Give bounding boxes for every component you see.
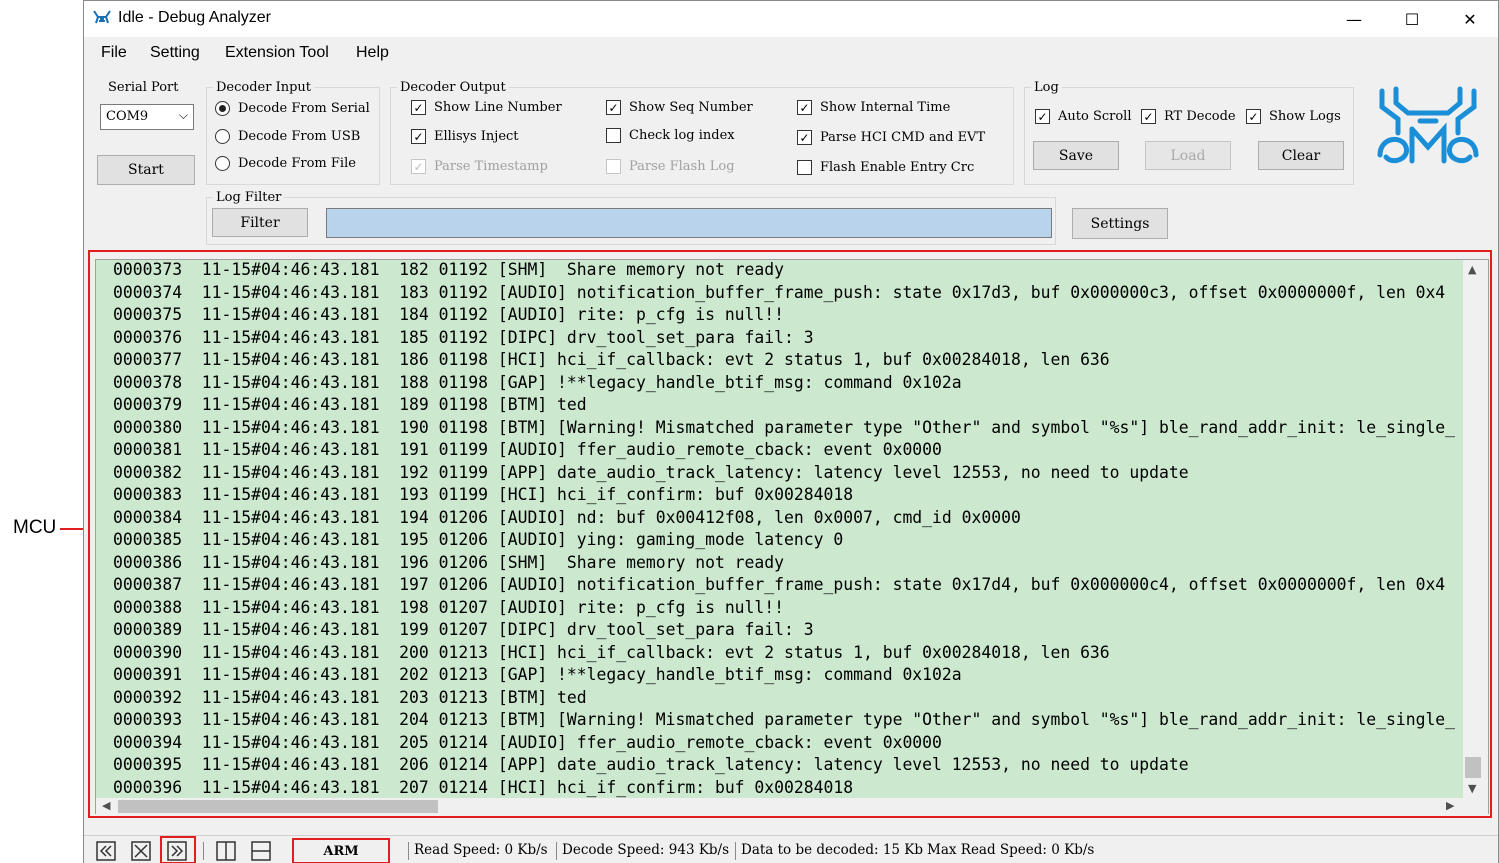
save-button[interactable]: Save <box>1033 141 1119 170</box>
log-line: 0000374 11-15#04:46:43.181 183 01192 [AU… <box>113 282 1446 302</box>
decoder-input-group: Decoder Input Decode From Serial Decode … <box>206 80 380 185</box>
log-line: 0000380 11-15#04:46:43.181 190 01198 [BT… <box>113 417 1456 437</box>
scroll-down-icon[interactable]: ▼ <box>1468 782 1476 795</box>
log-group: Log ✓ Auto Scroll ✓ RT Decode ✓ Show Logs <box>1024 80 1354 185</box>
log-line: 0000390 11-15#04:46:43.181 200 01213 [HC… <box>113 642 1110 662</box>
scroll-left-icon[interactable]: ◀ <box>102 799 110 812</box>
filter-button[interactable]: Filter <box>212 208 308 237</box>
arm-mode-badge[interactable]: ARM <box>292 838 390 863</box>
log-line: 0000382 11-15#04:46:43.181 192 01199 [AP… <box>113 462 1189 482</box>
log-line: 0000379 11-15#04:46:43.181 189 01198 [BT… <box>113 395 587 414</box>
mcu-annotation-label: MCU <box>13 517 57 538</box>
log-content: 0000373 11-15#04:46:43.181 182 01192 [SH… <box>96 260 1463 798</box>
minimize-button[interactable]: — <box>1326 1 1382 37</box>
filter-input[interactable] <box>326 208 1052 238</box>
serial-port-value: COM9 <box>106 109 149 124</box>
log-line: 0000385 11-15#04:46:43.181 195 01206 [AU… <box>113 530 844 549</box>
window-title: Idle - Debug Analyzer <box>118 9 271 26</box>
show-logs-checkbox[interactable]: ✓ Show Logs <box>1246 109 1341 124</box>
show-seq-number-checkbox[interactable]: ✓ Show Seq Number <box>606 100 753 115</box>
decoder-output-group: Decoder Output ✓ Show Line Number ✓ Show S… <box>390 80 1014 185</box>
menu-file[interactable]: File <box>101 44 127 62</box>
last-page-icon[interactable] <box>167 841 187 861</box>
check-log-index-checkbox[interactable]: Check log index <box>606 128 735 143</box>
show-line-number-checkbox[interactable]: ✓ Show Line Number <box>411 100 562 115</box>
log-line: 0000389 11-15#04:46:43.181 199 01207 [DI… <box>113 620 814 639</box>
close-button[interactable]: ✕ <box>1442 1 1498 37</box>
clear-button[interactable]: Clear <box>1258 141 1344 170</box>
radio-selected-dot <box>219 105 226 112</box>
serial-port-title: Serial Port <box>105 80 182 95</box>
menu-bar: File Setting Extension Tool Help <box>84 37 1498 69</box>
log-line: 0000395 11-15#04:46:43.181 206 01214 [AP… <box>113 755 1189 774</box>
log-line: 0000377 11-15#04:46:43.181 186 01198 [HC… <box>113 350 1110 369</box>
serial-port-select[interactable]: COM9 ⌵ <box>100 104 194 130</box>
log-line: 0000376 11-15#04:46:43.181 185 01192 [DI… <box>113 327 814 347</box>
app-icon <box>93 10 111 24</box>
decoder-output-title: Decoder Output <box>397 80 509 95</box>
stop-icon[interactable] <box>131 841 151 861</box>
split-vertical-icon[interactable] <box>216 841 236 861</box>
decode-from-serial-radio[interactable]: Decode From Serial <box>215 101 370 116</box>
log-line: 0000396 11-15#04:46:43.181 207 01214 [HC… <box>113 777 854 797</box>
brand-logo-icon <box>1377 86 1479 164</box>
log-line: 0000394 11-15#04:46:43.181 205 01214 [AU… <box>113 732 942 752</box>
horizontal-scrollbar[interactable]: ◀ ▶ <box>96 798 1488 815</box>
log-line: 0000381 11-15#04:46:43.181 191 01199 [AU… <box>113 440 942 459</box>
log-line: 0000384 11-15#04:46:43.181 194 01206 [AU… <box>113 507 1021 527</box>
auto-scroll-checkbox[interactable]: ✓ Auto Scroll <box>1035 109 1132 124</box>
flash-enable-entry-crc-checkbox[interactable]: Flash Enable Entry Crc <box>797 160 974 175</box>
split-horizontal-icon[interactable] <box>251 841 271 861</box>
maximize-button[interactable]: ☐ <box>1384 1 1440 37</box>
menu-help[interactable]: Help <box>356 44 389 62</box>
parse-flash-log-checkbox[interactable]: Parse Flash Log <box>606 159 735 174</box>
decode-from-usb-radio[interactable]: Decode From USB <box>215 129 360 144</box>
first-page-icon[interactable] <box>96 841 116 861</box>
parse-hci-cmd-evt-checkbox[interactable]: ✓ Parse HCI CMD and EVT <box>797 130 985 145</box>
start-button[interactable]: Start <box>97 155 195 185</box>
log-line: 0000388 11-15#04:46:43.181 198 01207 [AU… <box>113 597 785 617</box>
parse-timestamp-checkbox[interactable]: ✓ Parse Timestamp <box>411 159 548 174</box>
menu-extension-tool[interactable]: Extension Tool <box>225 44 329 62</box>
log-line: 0000391 11-15#04:46:43.181 202 01213 [GA… <box>113 665 962 684</box>
log-line: 0000378 11-15#04:46:43.181 188 01198 [GA… <box>113 372 962 392</box>
data-to-decode-text: Data to be decoded: 15 Kb <box>741 842 924 858</box>
title-bar: Idle - Debug Analyzer — ☐ ✕ <box>84 1 1498 37</box>
log-line: 0000373 11-15#04:46:43.181 182 01192 [SH… <box>113 260 785 279</box>
chevron-down-icon: ⌵ <box>178 108 188 122</box>
log-line: 0000375 11-15#04:46:43.181 184 01192 [AU… <box>113 305 785 324</box>
status-bar: ARM Read Speed: 0 Kb/s Decode Speed: 943… <box>84 835 1498 863</box>
read-speed-text: Read Speed: 0 Kb/s <box>414 842 548 858</box>
rt-decode-checkbox[interactable]: ✓ RT Decode <box>1141 109 1236 124</box>
decode-speed-text: Decode Speed: 943 Kb/s <box>562 842 730 858</box>
vertical-scrollbar[interactable]: ▲ ▼ <box>1463 260 1488 798</box>
decoder-input-title: Decoder Input <box>213 80 315 95</box>
log-group-title: Log <box>1031 80 1062 95</box>
horizontal-scroll-thumb[interactable] <box>118 800 438 813</box>
log-filter-title: Log Filter <box>213 190 285 205</box>
menu-setting[interactable]: Setting <box>150 44 200 62</box>
max-read-speed-text: Max Read Speed: 0 Kb/s <box>927 842 1095 858</box>
settings-button[interactable]: Settings <box>1072 208 1168 239</box>
log-line: 0000387 11-15#04:46:43.181 197 01206 [AU… <box>113 575 1446 594</box>
scroll-right-icon[interactable]: ▶ <box>1446 799 1454 812</box>
show-internal-time-checkbox[interactable]: ✓ Show Internal Time <box>797 100 950 115</box>
load-button[interactable]: Load <box>1145 141 1231 170</box>
log-line: 0000386 11-15#04:46:43.181 196 01206 [SH… <box>113 552 785 572</box>
log-line: 0000393 11-15#04:46:43.181 204 01213 [BT… <box>113 710 1456 729</box>
scroll-up-icon[interactable]: ▲ <box>1468 263 1476 276</box>
vertical-scroll-thumb[interactable] <box>1465 757 1481 778</box>
log-view[interactable]: 0000373 11-15#04:46:43.181 182 01192 [SH… <box>95 259 1489 815</box>
debug-analyzer-window: Idle - Debug Analyzer — ☐ ✕ File Setting… <box>83 0 1499 863</box>
ellisys-inject-checkbox[interactable]: ✓ Ellisys Inject <box>411 129 519 144</box>
log-line: 0000392 11-15#04:46:43.181 203 01213 [BT… <box>113 687 587 707</box>
decode-from-file-radio[interactable]: Decode From File <box>215 156 356 171</box>
log-line: 0000383 11-15#04:46:43.181 193 01199 [HC… <box>113 485 854 504</box>
